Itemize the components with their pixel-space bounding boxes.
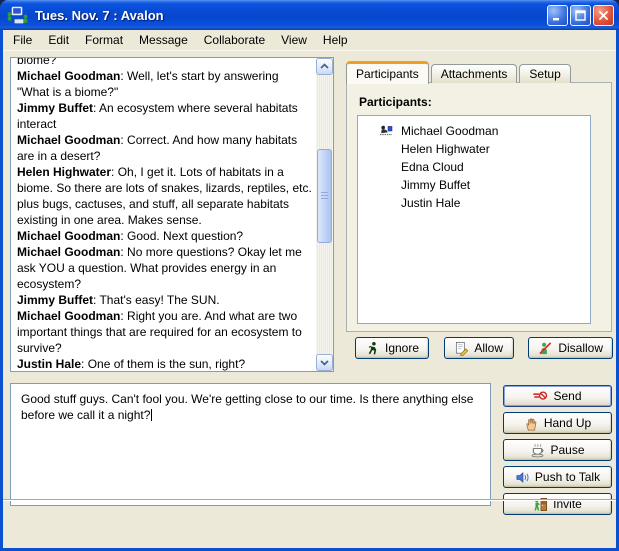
maximize-icon [574, 9, 587, 22]
app-window: { "window": { "title": "Tues. Nov. 7 : A… [0, 0, 619, 551]
button-label: Push to Talk [535, 470, 600, 484]
minimize-icon [551, 9, 564, 22]
push-to-talk-icon [515, 470, 530, 485]
chat-message: Michael Goodman: Right you are. And what… [17, 308, 313, 356]
pause-icon [530, 443, 545, 458]
participant-row[interactable]: Helen Highwater [358, 140, 590, 158]
send-button[interactable]: Send [503, 385, 612, 407]
tab-attachments[interactable]: Attachments [431, 64, 518, 83]
scrollbar-thumb[interactable] [317, 149, 332, 243]
participant-name: Jimmy Buffet [401, 178, 470, 192]
scroll-down-button[interactable] [316, 354, 333, 371]
participant-name: Justin Hale [401, 196, 460, 210]
chat-message-author: Michael Goodman [17, 69, 120, 83]
disallow-button[interactable]: Disallow [528, 337, 613, 359]
participants-panel: Participants: Michael Goodman Helen Highw… [346, 82, 612, 332]
scroll-up-button[interactable] [316, 58, 333, 75]
menu-bar: FileEditFormatMessageCollaborateViewHelp [3, 30, 616, 51]
message-input-text: Good stuff guys. Can't fool you. We're g… [21, 392, 473, 422]
menu-item-format[interactable]: Format [77, 31, 131, 49]
button-label: Hand Up [544, 416, 591, 430]
participants-label: Participants: [359, 95, 432, 109]
chat-message: Michael Goodman: Correct. And how many h… [17, 132, 313, 164]
participant-name: Michael Goodman [401, 124, 498, 138]
button-label: Disallow [558, 341, 603, 355]
chat-transcript: biome?Michael Goodman: Well, let's start… [10, 57, 334, 372]
chat-message: Justin Hale: One of them is the sun, rig… [17, 356, 313, 371]
close-button[interactable] [593, 5, 614, 26]
typing-user-icon [379, 125, 393, 136]
menu-item-message[interactable]: Message [131, 31, 196, 49]
transcript-clipped-line: biome? [17, 58, 313, 68]
push-to-talk-button[interactable]: Push to Talk [503, 466, 612, 488]
button-label: Ignore [385, 341, 419, 355]
disallow-icon [538, 341, 553, 356]
button-label: Send [553, 389, 581, 403]
chevron-up-icon [319, 62, 330, 71]
chat-message: Michael Goodman: Good. Next question? [17, 228, 313, 244]
button-label: Pause [550, 443, 584, 457]
allow-icon [454, 341, 469, 356]
participant-row[interactable]: Michael Goodman [358, 122, 590, 140]
participant-name: Edna Cloud [401, 160, 464, 174]
hand-icon [524, 416, 539, 431]
chevron-down-icon [319, 358, 330, 367]
menu-item-help[interactable]: Help [315, 31, 356, 49]
ignore-icon [365, 341, 380, 356]
chat-message-author: Jimmy Buffet [17, 101, 93, 115]
window-title: Tues. Nov. 7 : Avalon [35, 8, 547, 23]
minimize-button[interactable] [547, 5, 568, 26]
tab-setup[interactable]: Setup [519, 64, 570, 83]
chat-message: Michael Goodman: Well, let's start by an… [17, 68, 313, 100]
chat-message: Michael Goodman: No more questions? Okay… [17, 244, 313, 292]
message-input[interactable]: Good stuff guys. Can't fool you. We're g… [10, 383, 491, 506]
chat-message: Jimmy Buffet: That's easy! The SUN. [17, 292, 313, 308]
chat-message-author: Helen Highwater [17, 165, 111, 179]
allow-button[interactable]: Allow [444, 337, 514, 359]
title-bar[interactable]: Tues. Nov. 7 : Avalon [0, 0, 619, 30]
button-label: Allow [474, 341, 503, 355]
participant-list[interactable]: Michael Goodman Helen Highwater Edna Cloud… [357, 115, 591, 324]
transcript-scrollbar[interactable] [316, 58, 333, 371]
ignore-button[interactable]: Ignore [355, 337, 429, 359]
send-icon [533, 389, 548, 404]
chat-message-author: Michael Goodman [17, 245, 120, 259]
close-icon [597, 9, 610, 22]
text-caret [151, 409, 152, 421]
status-bar-divider [3, 499, 616, 501]
moderation-buttons: Ignore Allow Disallow [355, 337, 613, 359]
tab-participants[interactable]: Participants [346, 61, 429, 84]
menu-item-view[interactable]: View [273, 31, 315, 49]
chat-app-icon [5, 6, 30, 25]
chat-message-author: Michael Goodman [17, 229, 120, 243]
chat-message-author: Justin Hale [17, 357, 81, 371]
chat-message-author: Michael Goodman [17, 133, 120, 147]
transcript-messages: biome?Michael Goodman: Well, let's start… [11, 58, 316, 371]
invite-button[interactable]: Invite [503, 493, 612, 515]
chat-message: Jimmy Buffet: An ecosystem where several… [17, 100, 313, 132]
chat-message-author: Michael Goodman [17, 309, 120, 323]
hand-up-button[interactable]: Hand Up [503, 412, 612, 434]
chat-message: Helen Highwater: Oh, I get it. Lots of h… [17, 164, 313, 228]
pause-button[interactable]: Pause [503, 439, 612, 461]
participant-row[interactable]: Justin Hale [358, 194, 590, 212]
window-body: FileEditFormatMessageCollaborateViewHelp… [0, 30, 619, 551]
tab-bar: ParticipantsAttachmentsSetup [346, 60, 573, 83]
participant-row[interactable]: Edna Cloud [358, 158, 590, 176]
chat-message-author: Jimmy Buffet [17, 293, 93, 307]
participant-row[interactable]: Jimmy Buffet [358, 176, 590, 194]
menu-item-edit[interactable]: Edit [40, 31, 77, 49]
participant-name: Helen Highwater [401, 142, 490, 156]
menu-item-file[interactable]: File [5, 31, 40, 49]
maximize-button[interactable] [570, 5, 591, 26]
menu-item-collaborate[interactable]: Collaborate [196, 31, 273, 49]
